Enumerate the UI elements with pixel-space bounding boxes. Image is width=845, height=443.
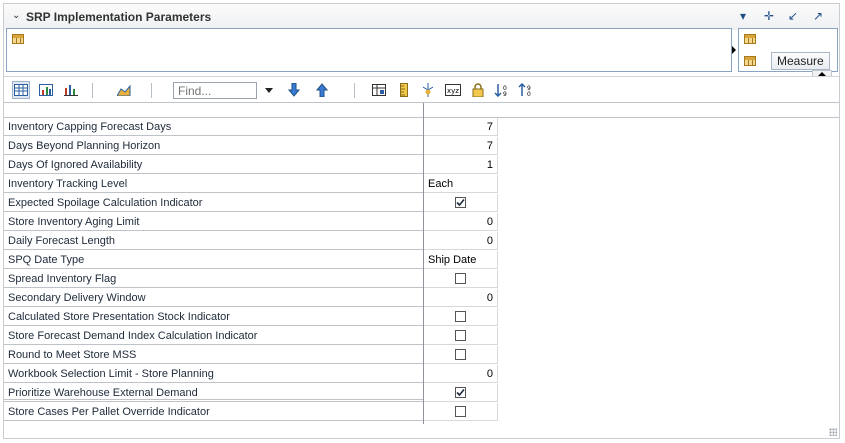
table-row: Inventory Capping Forecast Days 7 xyxy=(4,118,498,137)
row-label: Store Forecast Demand Index Calculation … xyxy=(4,327,423,345)
panel-titlebar: ⌄ SRP Implementation Parameters ▾ ✛ ↙ ↗ xyxy=(4,4,839,30)
value-cell[interactable]: 0 xyxy=(424,365,498,383)
srp-parameters-panel: ⌄ SRP Implementation Parameters ▾ ✛ ↙ ↗ … xyxy=(3,3,840,439)
table-chart-view-icon[interactable] xyxy=(37,81,55,99)
horizontal-scroll-area[interactable] xyxy=(4,424,839,438)
toolbar-separator xyxy=(354,83,355,98)
value-cell[interactable] xyxy=(424,270,498,288)
find-next-arrow-down-icon[interactable] xyxy=(285,81,303,99)
row-label: Secondary Delivery Window xyxy=(4,289,423,307)
row-label: Daily Forecast Length xyxy=(4,232,423,250)
table-row: Store Inventory Aging Limit 0 xyxy=(4,213,498,232)
row-label: Store Inventory Aging Limit xyxy=(4,213,423,231)
column-dimension-grid-icon[interactable] xyxy=(744,34,756,44)
table-row: Calculated Store Presentation Stock Indi… xyxy=(4,308,498,327)
grid-last-row-line xyxy=(4,399,423,400)
value-cell[interactable]: 0 xyxy=(424,289,498,307)
row-pivot-area[interactable] xyxy=(6,28,732,72)
find-input[interactable] xyxy=(173,82,257,99)
value-cell[interactable] xyxy=(424,194,498,212)
collapse-chevron-icon[interactable]: ⌄ xyxy=(12,10,20,21)
find-options-dropdown-icon[interactable] xyxy=(265,88,273,93)
area-chart-icon[interactable] xyxy=(115,81,133,99)
table-row: Daily Forecast Length 0 xyxy=(4,232,498,251)
row-dimension-grid-icon[interactable] xyxy=(12,34,24,44)
format-grid-icon[interactable] xyxy=(370,81,388,99)
table-row: Expected Spoilage Calculation Indicator xyxy=(4,194,498,213)
resize-grip-icon[interactable] xyxy=(829,428,837,436)
row-label: Days Beyond Planning Horizon xyxy=(4,137,423,155)
table-row: SPQ Date Type Ship Date xyxy=(4,251,498,270)
checkbox-unchecked[interactable] xyxy=(455,406,466,417)
row-label: Inventory Tracking Level xyxy=(4,175,423,193)
toolbar-separator xyxy=(151,83,152,98)
maximize-icon[interactable]: ↗ xyxy=(813,9,823,23)
value-cell[interactable]: 1 xyxy=(424,156,498,174)
panel-title: SRP Implementation Parameters xyxy=(26,10,212,24)
measure-tile[interactable]: Measure xyxy=(771,52,830,70)
menu-dropdown-icon[interactable]: ▾ xyxy=(740,9,746,23)
split-view-icon[interactable] xyxy=(419,81,437,99)
chart-view-icon[interactable] xyxy=(62,81,80,99)
svg-text:xyz: xyz xyxy=(447,87,459,95)
table-row: Days Beyond Planning Horizon 7 xyxy=(4,137,498,156)
svg-text:0: 0 xyxy=(527,91,531,97)
value-cell[interactable] xyxy=(424,308,498,326)
checkbox-unchecked[interactable] xyxy=(455,330,466,341)
row-label: Workbook Selection Limit - Store Plannin… xyxy=(4,365,423,383)
value-cell[interactable] xyxy=(424,346,498,364)
table-row: Store Cases Per Pallet Override Indicato… xyxy=(4,403,498,422)
value-cell[interactable]: 0 xyxy=(424,232,498,250)
value-cell[interactable]: 0 xyxy=(424,213,498,231)
checkbox-checked[interactable] xyxy=(455,387,466,398)
lock-icon[interactable] xyxy=(469,81,487,99)
table-row: Secondary Delivery Window 0 xyxy=(4,289,498,308)
move-icon[interactable]: ✛ xyxy=(764,9,774,23)
value-cell[interactable]: Ship Date xyxy=(424,251,498,269)
xyz-labels-icon[interactable]: xyz xyxy=(444,81,462,99)
parameters-grid: Inventory Capping Forecast Days 7 Days Bey… xyxy=(4,102,839,425)
table-row: Days Of Ignored Availability 1 xyxy=(4,156,498,175)
ruler-icon[interactable] xyxy=(395,81,413,99)
checkbox-unchecked[interactable] xyxy=(455,349,466,360)
find-previous-arrow-up-icon[interactable] xyxy=(313,81,331,99)
measure-grid-icon[interactable] xyxy=(744,56,756,66)
table-row: Workbook Selection Limit - Store Plannin… xyxy=(4,365,498,384)
value-cell[interactable] xyxy=(424,327,498,345)
value-cell[interactable]: 7 xyxy=(424,118,498,136)
column-pivot-area[interactable]: Measure xyxy=(738,28,838,72)
minimize-icon[interactable]: ↙ xyxy=(788,9,798,23)
table-view-icon[interactable] xyxy=(12,81,30,99)
row-label: Expected Spoilage Calculation Indicator xyxy=(4,194,423,212)
table-row: Spread Inventory Flag xyxy=(4,270,498,289)
row-label: SPQ Date Type xyxy=(4,251,423,269)
table-row: Round to Meet Store MSS xyxy=(4,346,498,365)
grid-column-header xyxy=(4,103,839,118)
row-label: Round to Meet Store MSS xyxy=(4,346,423,364)
row-label: Store Cases Per Pallet Override Indicato… xyxy=(4,403,423,421)
table-row: Prioritize Warehouse External Demand xyxy=(4,384,498,403)
sort-descending-icon[interactable]: 90 xyxy=(517,81,535,99)
row-label: Days Of Ignored Availability xyxy=(4,156,423,174)
sort-ascending-icon[interactable]: 09 xyxy=(493,81,511,99)
checkbox-unchecked[interactable] xyxy=(455,273,466,284)
value-cell[interactable] xyxy=(424,403,498,421)
row-label: Calculated Store Presentation Stock Indi… xyxy=(4,308,423,326)
value-cell[interactable] xyxy=(424,384,498,402)
row-label: Spread Inventory Flag xyxy=(4,270,423,288)
table-row: Store Forecast Demand Index Calculation … xyxy=(4,327,498,346)
value-cell[interactable]: 7 xyxy=(424,137,498,155)
value-cell[interactable]: Each xyxy=(424,175,498,193)
svg-text:9: 9 xyxy=(503,91,507,97)
table-row: Inventory Tracking Level Each xyxy=(4,175,498,194)
row-label: Inventory Capping Forecast Days xyxy=(4,118,423,136)
grid-toolbar: xyz 09 90 xyxy=(4,76,839,103)
toolbar-separator xyxy=(92,83,93,98)
splitter-arrow-icon[interactable] xyxy=(732,46,736,54)
checkbox-unchecked[interactable] xyxy=(455,311,466,322)
checkbox-checked[interactable] xyxy=(455,197,466,208)
